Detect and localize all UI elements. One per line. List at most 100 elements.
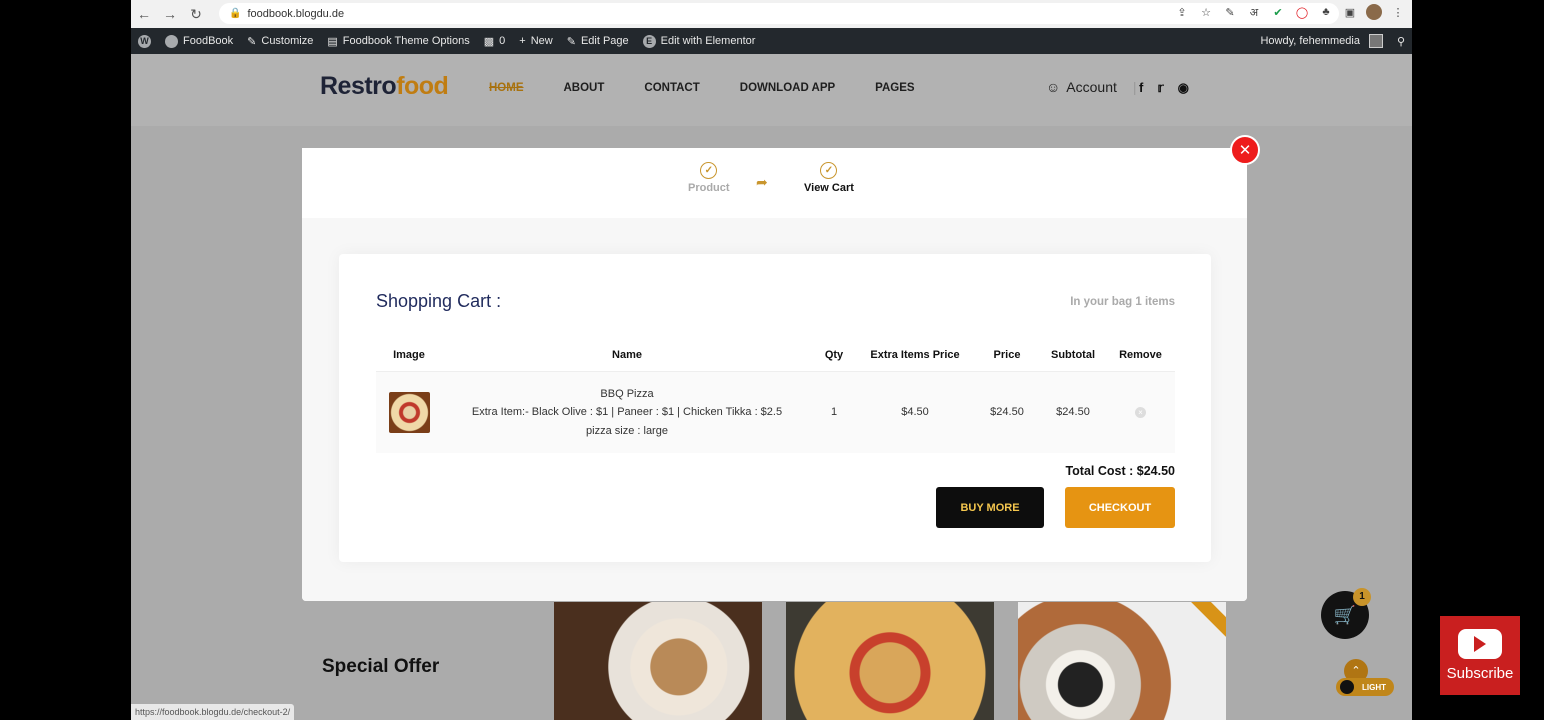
wp-theme-options-link[interactable]: ▤ Foodbook Theme Options <box>320 28 476 54</box>
back-icon[interactable]: ← <box>131 2 157 26</box>
col-extra-price: Extra Items Price <box>856 339 974 372</box>
col-price: Price <box>974 339 1040 372</box>
instagram-icon[interactable]: ◉ <box>1178 80 1189 96</box>
comment-icon: ▩ <box>483 35 495 48</box>
nav-download-app[interactable]: DOWNLOAD APP <box>740 82 835 94</box>
account-label: Account <box>1066 79 1117 95</box>
account-link[interactable]: ☺ Account | <box>1046 79 1137 95</box>
nav-contact[interactable]: CONTACT <box>644 82 699 94</box>
wp-site-link[interactable]: FoodBook <box>158 28 240 54</box>
cart-count-badge: 1 <box>1353 588 1371 606</box>
nav-pages[interactable]: PAGES <box>875 82 914 94</box>
site-logo[interactable]: Restrofood <box>320 72 449 101</box>
wp-theme-options-label: Foodbook Theme Options <box>342 35 470 47</box>
pen-extension-icon[interactable]: ✎ <box>1222 4 1238 20</box>
item-price: $24.50 <box>974 371 1040 453</box>
remove-icon[interactable]: × <box>1135 407 1146 419</box>
wp-howdy-label: Howdy, fehemmedia <box>1260 35 1360 47</box>
main-nav: HOME ABOUT CONTACT DOWNLOAD APP PAGES <box>489 82 915 94</box>
buy-more-button[interactable]: BUY MORE <box>936 487 1044 528</box>
address-bar[interactable]: 🔒 foodbook.blogdu.de <box>219 3 1339 24</box>
bag-count: In your bag 1 items <box>1070 296 1175 308</box>
pizza-image <box>786 602 994 720</box>
wp-elementor-label: Edit with Elementor <box>660 35 756 47</box>
special-offer-heading: Special Offer <box>322 656 440 677</box>
wp-logo-icon[interactable]: W <box>131 28 158 54</box>
theme-toggle[interactable]: LIGHT <box>1336 678 1394 696</box>
youtube-subscribe-button[interactable]: Subscribe <box>1440 616 1520 695</box>
col-image: Image <box>376 339 442 372</box>
wp-comments-link[interactable]: ▩ 0 <box>477 28 513 54</box>
wp-comments-count: 0 <box>499 35 506 47</box>
reload-icon[interactable]: ↻ <box>183 2 209 26</box>
elementor-icon: E <box>642 34 656 48</box>
wp-edit-page-link[interactable]: ✎ Edit Page <box>560 28 636 54</box>
twitter-icon[interactable]: 𝕣 <box>1157 80 1163 96</box>
table-row: BBQ Pizza Extra Item:- Black Olive : $1 … <box>376 371 1175 453</box>
plus-icon: + <box>519 35 526 47</box>
item-subtotal: $24.50 <box>1040 371 1106 453</box>
checkout-button[interactable]: CHECKOUT <box>1065 487 1175 528</box>
youtube-play-icon <box>1458 629 1502 659</box>
wp-howdy-link[interactable]: Howdy, fehemmedia <box>1253 28 1389 54</box>
shopping-cart-card: Shopping Cart : In your bag 1 items Imag… <box>339 254 1211 562</box>
profile-icon[interactable] <box>1366 4 1382 20</box>
facebook-icon[interactable]: f <box>1139 80 1143 96</box>
brush-icon: ✎ <box>247 35 257 48</box>
wp-account-area: Howdy, fehemmedia ⚲ <box>1253 28 1412 54</box>
wp-admin-bar: W FoodBook ✎ Customize ▤ Foodbook Theme Op… <box>131 28 1412 54</box>
item-extras: Extra Item:- Black Olive : $1 | Paneer :… <box>471 406 783 418</box>
puzzle-icon[interactable]: ♣ <box>1318 4 1334 20</box>
opera-extension-icon[interactable]: ◯ <box>1294 4 1310 20</box>
col-qty: Qty <box>812 339 856 372</box>
arrow-icon: ➦ <box>756 174 768 190</box>
status-bar-url: https://foodbook.blogdu.de/checkout-2/ <box>131 704 295 720</box>
item-image-cell <box>376 371 442 453</box>
item-remove-cell: × <box>1106 371 1175 453</box>
wp-customize-label: Customize <box>261 35 314 47</box>
extension-icons: ⇪ ☆ ✎ अ ✔ ◯ ♣ ▣ ⋮ <box>1174 4 1406 20</box>
pencil-icon: ✎ <box>566 35 576 48</box>
nav-home[interactable]: HOME <box>489 82 524 94</box>
subscribe-label: Subscribe <box>1446 665 1514 682</box>
step-product-label: Product <box>688 182 730 194</box>
close-icon: ✕ <box>1238 142 1252 159</box>
menu-dots-icon[interactable]: ⋮ <box>1390 4 1406 20</box>
site-header: Restrofood HOME ABOUT CONTACT DOWNLOAD A… <box>131 54 1412 126</box>
url-text: foodbook.blogdu.de <box>247 7 345 20</box>
dashboard-icon <box>165 34 178 48</box>
chevron-up-icon: ⌃ <box>1351 665 1361 677</box>
user-icon: ☺ <box>1046 79 1061 95</box>
forward-icon[interactable]: → <box>157 2 183 26</box>
wp-elementor-link[interactable]: E Edit with Elementor <box>636 28 763 54</box>
wp-search-icon[interactable]: ⚲ <box>1390 28 1412 54</box>
step-product[interactable]: ✓ Product <box>688 162 730 194</box>
browser-toolbar: ← → ↻ 🔒 foodbook.blogdu.de ⇪ ☆ ✎ अ ✔ ◯ ♣… <box>131 0 1412 28</box>
wp-new-label: New <box>530 35 553 47</box>
close-modal-button[interactable]: ✕ <box>1230 135 1260 165</box>
wp-edit-page-label: Edit Page <box>580 35 629 47</box>
sidepanel-icon[interactable]: ▣ <box>1342 4 1358 20</box>
coffee-image <box>554 602 762 720</box>
star-icon[interactable]: ☆ <box>1198 4 1214 20</box>
step-view-cart[interactable]: ✓ View Cart <box>804 162 854 194</box>
nav-about[interactable]: ABOUT <box>564 82 605 94</box>
checkout-steps: ✓ Product ➦ ✓ View Cart <box>302 148 1247 218</box>
divider: | <box>1132 79 1137 95</box>
cart-title: Shopping Cart : <box>376 291 502 311</box>
cart-modal: ✓ Product ➦ ✓ View Cart Shopping Cart : … <box>302 148 1247 601</box>
green-extension-icon[interactable]: ✔ <box>1270 4 1286 20</box>
avatar <box>1368 34 1383 48</box>
social-links: f 𝕣 ◉ <box>1139 80 1189 96</box>
wp-customize-link[interactable]: ✎ Customize <box>240 28 320 54</box>
item-name-cell: BBQ Pizza Extra Item:- Black Olive : $1 … <box>442 371 812 453</box>
col-remove: Remove <box>1106 339 1175 372</box>
check-icon: ✓ <box>820 162 838 179</box>
translate-extension-icon[interactable]: अ <box>1246 4 1262 20</box>
theme-toggle-label: LIGHT <box>1362 682 1386 692</box>
share-icon[interactable]: ⇪ <box>1174 4 1190 20</box>
wp-new-link[interactable]: + New <box>512 28 559 54</box>
screen: ← → ↻ 🔒 foodbook.blogdu.de ⇪ ☆ ✎ अ ✔ ◯ ♣… <box>131 0 1412 720</box>
logo-accent-text: food <box>396 72 449 100</box>
breakfast-image <box>1018 602 1226 720</box>
